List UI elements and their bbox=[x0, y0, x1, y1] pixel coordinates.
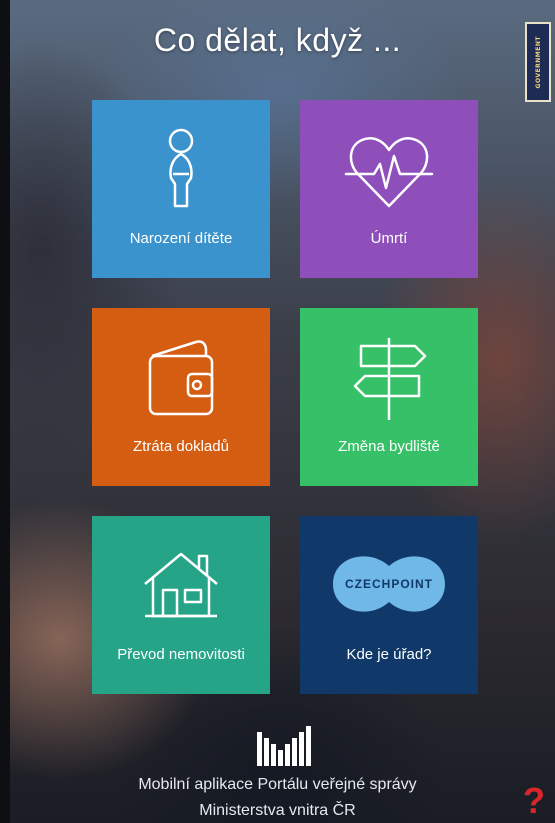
left-edge bbox=[0, 0, 10, 823]
tile-label: Kde je úřad? bbox=[346, 646, 432, 663]
tile-label: Úmrtí bbox=[370, 230, 408, 247]
page-title: Co dělat, když ... bbox=[153, 22, 402, 58]
tile-lost-documents[interactable]: Ztráta dokladů bbox=[92, 308, 270, 486]
czechpoint-logo-text: CZECHPOINT bbox=[345, 577, 433, 591]
ministry-logo bbox=[257, 726, 311, 766]
footer-line-2: Ministerstva vnitra ČR bbox=[199, 802, 356, 819]
tile-label: Ztráta dokladů bbox=[133, 438, 229, 455]
wallet-icon bbox=[92, 336, 270, 426]
tile-property-transfer[interactable]: Převod nemovitosti bbox=[92, 516, 270, 694]
tile-birth[interactable]: Narození dítěte bbox=[92, 100, 270, 278]
badge-text: GOVERNMENT bbox=[534, 35, 542, 89]
tile-death[interactable]: Úmrtí bbox=[300, 100, 478, 278]
signpost-icon bbox=[300, 336, 478, 426]
tile-label: Změna bydliště bbox=[338, 438, 440, 455]
house-icon bbox=[92, 544, 270, 634]
tile-label: Narození dítěte bbox=[129, 230, 233, 247]
tile-label: Převod nemovitosti bbox=[117, 646, 245, 663]
help-button[interactable]: ? bbox=[519, 782, 549, 820]
child-icon bbox=[92, 128, 270, 218]
government-badge: GOVERNMENT bbox=[525, 22, 551, 102]
tile-change-address[interactable]: Změna bydliště bbox=[300, 308, 478, 486]
footer-line-1: Mobilní aplikace Portálu veřejné správy bbox=[138, 776, 417, 793]
heart-pulse-icon bbox=[300, 128, 478, 218]
tile-find-office[interactable]: CZECHPOINT Kde je úřad? bbox=[300, 516, 478, 694]
czechpoint-logo: CZECHPOINT bbox=[300, 544, 478, 634]
